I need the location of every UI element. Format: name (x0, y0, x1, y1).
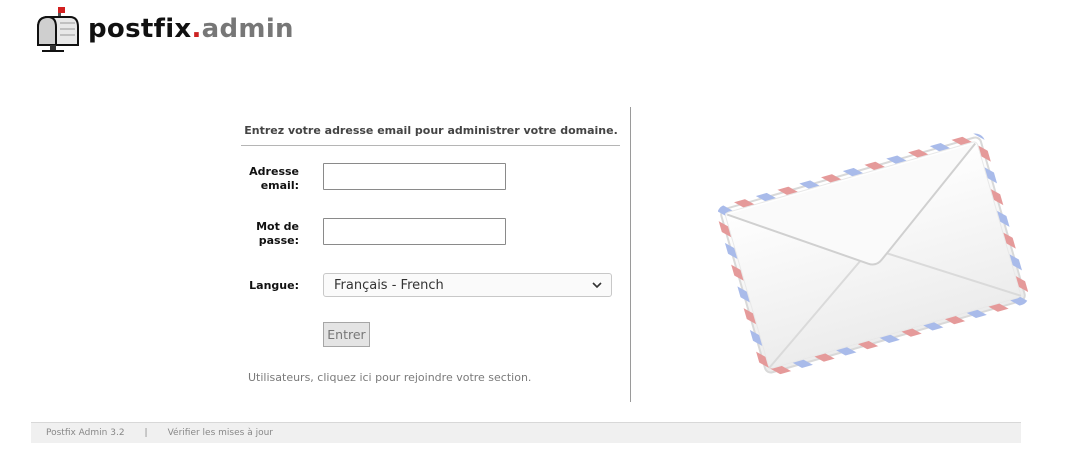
check-updates-link[interactable]: Vérifier les mises à jour (168, 428, 273, 438)
password-label: Mot de passe: (241, 220, 299, 248)
envelope-icon (718, 133, 1028, 377)
intro-divider (241, 145, 620, 146)
email-label: Adresse email: (241, 165, 299, 193)
logo-wordmark: postfix.admin (88, 16, 294, 42)
logo-text-dot: . (191, 14, 202, 44)
language-select[interactable]: Français - French (323, 273, 612, 297)
language-selected-value: Français - French (334, 277, 444, 293)
email-label-line2: email: (260, 179, 299, 192)
footer: Postfix Admin 3.2 | Vérifier les mises à… (31, 422, 1021, 443)
language-label: Langue: (249, 279, 299, 292)
password-field[interactable] (323, 218, 506, 245)
password-label-line1: Mot de (256, 220, 299, 233)
chevron-down-icon (592, 282, 602, 289)
password-label-line2: passe: (258, 234, 299, 247)
login-button[interactable]: Entrer (323, 322, 370, 347)
mailbox-icon (37, 7, 79, 52)
postfixadmin-logo[interactable]: postfix.admin (32, 4, 294, 54)
email-label-line1: Adresse (249, 165, 299, 178)
login-form: Entrez votre adresse email pour administ… (241, 107, 621, 402)
email-field[interactable] (323, 163, 506, 190)
login-instructions: Entrez votre adresse email pour administ… (244, 124, 618, 137)
logo-text-postfix: postfix (88, 14, 192, 44)
vertical-divider (630, 107, 631, 402)
footer-version: Postfix Admin 3.2 (46, 428, 125, 438)
footer-separator: | (144, 428, 148, 438)
login-page: postfix.admin Entrez votre adresse email… (0, 0, 1077, 474)
user-login-link[interactable]: Utilisateurs, cliquez ici pour rejoindre… (248, 371, 531, 384)
logo-text-admin: admin (201, 14, 294, 44)
